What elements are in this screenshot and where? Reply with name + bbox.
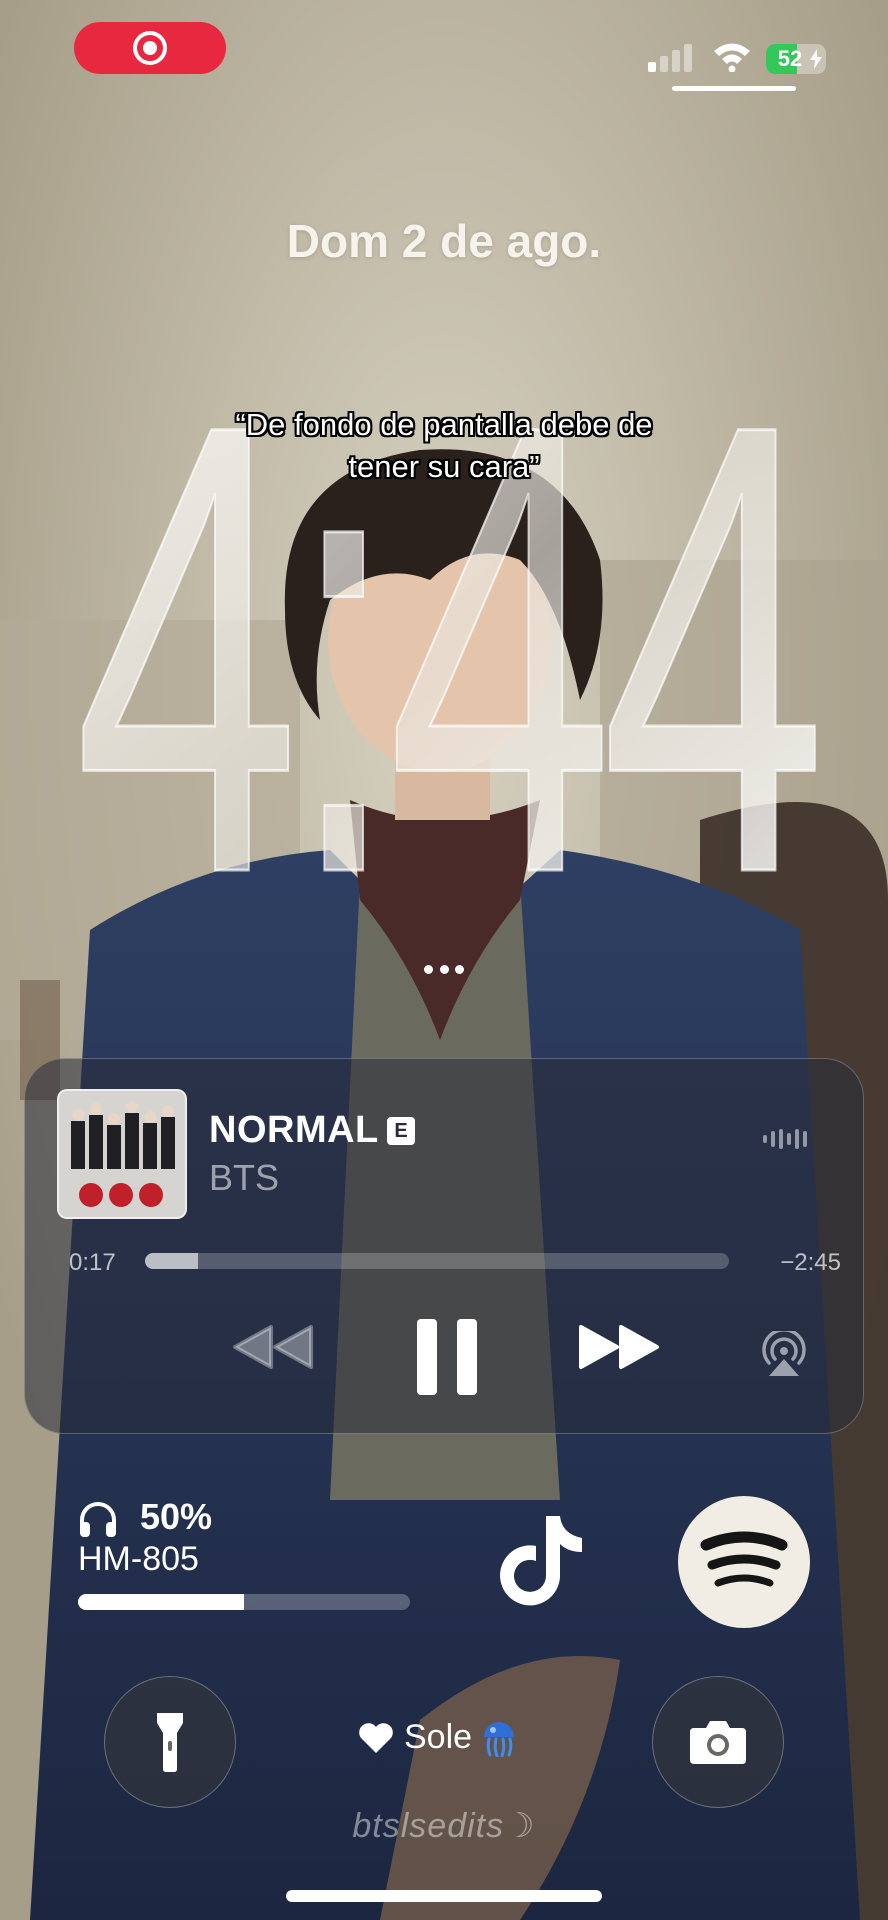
home-indicator[interactable] bbox=[286, 1890, 602, 1902]
remaining-time: −2:45 bbox=[780, 1249, 841, 1276]
heart-icon bbox=[359, 1722, 393, 1753]
song-title[interactable]: NORMAL bbox=[209, 1109, 379, 1152]
playback-scrubber[interactable] bbox=[145, 1253, 729, 1269]
svg-text:4:44: 4:44 bbox=[74, 291, 817, 910]
watermark-text: btslsedits☽ bbox=[352, 1807, 536, 1845]
headphones-device-name: HM-805 bbox=[78, 1540, 199, 1578]
focus-mode-indicator[interactable]: Sole bbox=[358, 1718, 516, 1757]
headphones-battery-percent: 50% bbox=[140, 1496, 213, 1537]
focus-mode-label: Sole bbox=[404, 1718, 473, 1756]
flashlight-button[interactable] bbox=[104, 1676, 236, 1808]
caption-line-2: tener su cara” bbox=[348, 449, 540, 484]
cellular-signal-icon bbox=[648, 44, 692, 72]
caption-overlay: “De fondo de pantalla debe de tener su c… bbox=[160, 404, 728, 488]
airplay-icon[interactable] bbox=[759, 1331, 809, 1377]
caption-line-1: “De fondo de pantalla debe de bbox=[235, 407, 653, 442]
elapsed-time: 0:17 bbox=[69, 1249, 116, 1276]
spotify-button[interactable] bbox=[678, 1496, 810, 1628]
wifi-icon bbox=[714, 43, 750, 72]
playback-progress-fill bbox=[145, 1253, 198, 1269]
album-artwork[interactable] bbox=[57, 1089, 187, 1219]
spotify-icon bbox=[700, 1531, 788, 1587]
headphones-battery-bar bbox=[78, 1594, 410, 1610]
status-bar-underline bbox=[672, 86, 796, 91]
more-options-button[interactable] bbox=[424, 962, 464, 976]
headphones-icon bbox=[80, 1502, 116, 1537]
fast-forward-icon[interactable] bbox=[577, 1323, 661, 1371]
waveform-icon bbox=[763, 1129, 807, 1149]
lock-screen-clock: 4:44 bbox=[73, 290, 839, 911]
charging-bolt-icon bbox=[810, 49, 822, 69]
pause-icon[interactable] bbox=[417, 1319, 477, 1395]
record-icon bbox=[133, 31, 167, 65]
tiktok-icon[interactable] bbox=[500, 1512, 588, 1608]
battery-percent: 52 bbox=[777, 46, 803, 71]
explicit-badge: E bbox=[387, 1117, 415, 1145]
screen-recording-indicator[interactable] bbox=[74, 22, 226, 74]
now-playing-widget: NORMAL E BTS 0:17 −2:45 bbox=[24, 1058, 864, 1434]
camera-button[interactable] bbox=[652, 1676, 784, 1808]
jellyfish-emoji-icon bbox=[484, 1721, 515, 1757]
rewind-icon[interactable] bbox=[231, 1323, 315, 1371]
flashlight-icon bbox=[157, 1713, 183, 1772]
song-artist[interactable]: BTS bbox=[209, 1157, 279, 1199]
battery-indicator: 52 bbox=[766, 44, 826, 74]
headphones-battery-fill bbox=[78, 1594, 244, 1610]
camera-icon bbox=[690, 1721, 746, 1764]
